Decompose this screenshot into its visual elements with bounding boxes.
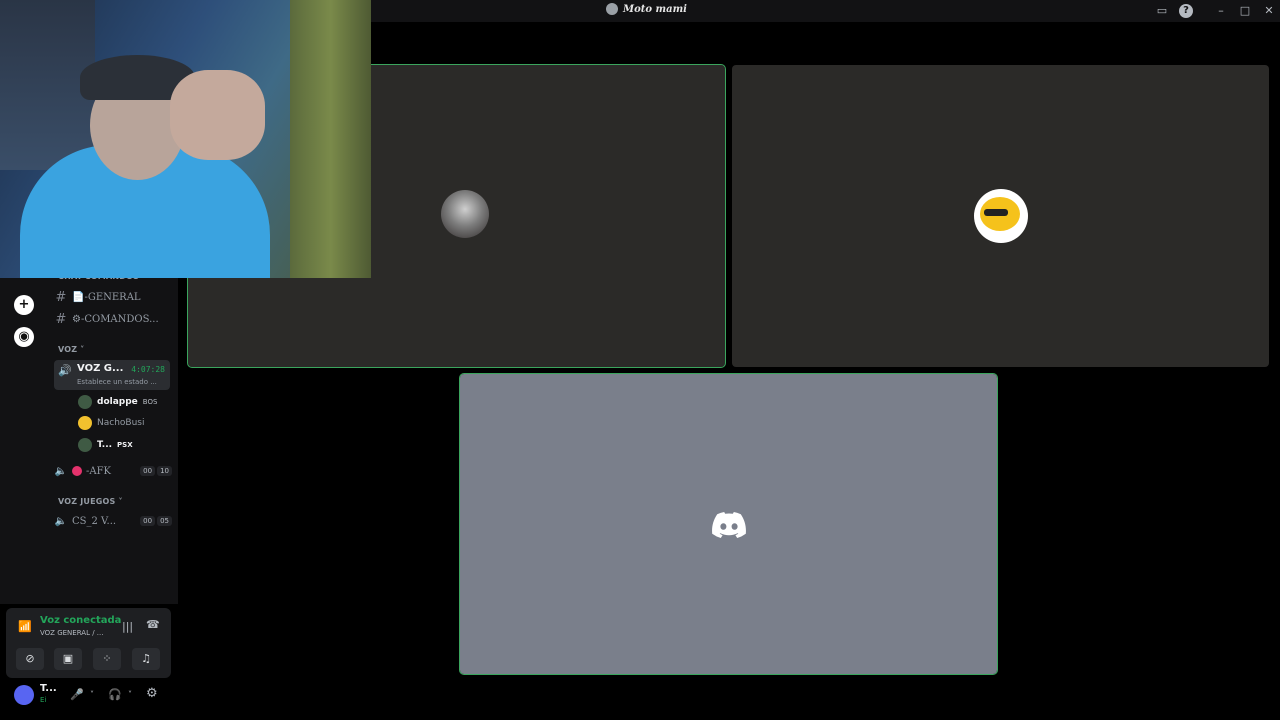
- server-icon: [606, 3, 618, 15]
- avatar: [78, 438, 92, 452]
- member-tag: PSX: [117, 441, 133, 449]
- participant-tile[interactable]: [732, 65, 1269, 367]
- voice-channel-active[interactable]: 🔊 VOZ G... 4:07:28 Establece un estado .…: [54, 360, 170, 390]
- headphones-icon[interactable]: 🎧: [108, 688, 122, 701]
- category-games[interactable]: VOZ JUEGOS ˅: [58, 497, 123, 506]
- user-status: Ei: [40, 696, 47, 704]
- maximize-icon[interactable]: □: [1238, 4, 1252, 18]
- inbox-icon[interactable]: ▭: [1155, 4, 1169, 18]
- person-hand: [170, 70, 265, 160]
- voice-timer: 4:07:28: [131, 365, 165, 374]
- voice-channel-cs2[interactable]: 🔈 CS_2 V... 00 05: [54, 511, 172, 531]
- channel-comandos[interactable]: # ⚙-COMANDOS...: [54, 309, 172, 329]
- afk-icon: [72, 466, 82, 476]
- hash-icon: #: [55, 311, 67, 327]
- chevron-down-icon[interactable]: ˅: [90, 690, 94, 699]
- minimize-icon[interactable]: –: [1214, 4, 1228, 18]
- user-panel: T... Ei 🎤 ˅ 🎧 ˅ ⚙: [6, 680, 171, 716]
- voice-connected-panel: 📶 Voz conectada VOZ GENERAL / ... ||| ☎ …: [6, 608, 171, 678]
- voice-status: Voz conectada: [40, 615, 122, 626]
- member-item[interactable]: T... PSX: [78, 436, 133, 454]
- speaker-icon: 🔊: [58, 364, 72, 377]
- noise-suppression-icon[interactable]: |||: [122, 620, 133, 633]
- avatar: [78, 416, 92, 430]
- window-title-text: Moto mami: [623, 3, 687, 15]
- sunglasses: [984, 209, 1008, 216]
- hash-icon: #: [55, 289, 67, 305]
- member-name: dolappe: [97, 397, 138, 407]
- channel-label: -AFK: [86, 465, 112, 477]
- member-name: NachoBusi: [97, 418, 145, 428]
- microphone-icon[interactable]: 🎤: [70, 688, 84, 701]
- participant-tile[interactable]: [459, 373, 998, 675]
- avatar: [974, 189, 1028, 243]
- soundboard-icon[interactable]: ♫: [132, 648, 160, 670]
- user-count: 00 10: [140, 466, 172, 476]
- wooden-door: [290, 0, 371, 278]
- camera-off-icon[interactable]: ⊘: [16, 648, 44, 670]
- member-item[interactable]: dolappe BOS: [78, 393, 157, 411]
- category-voice[interactable]: VOZ ˅: [58, 345, 84, 354]
- help-icon[interactable]: ?: [1179, 4, 1193, 18]
- voice-channel-afk[interactable]: 🔈 -AFK 00 10: [54, 461, 172, 481]
- channel-general[interactable]: # 📄-GENERAL: [54, 287, 172, 307]
- avatar: [78, 395, 92, 409]
- signal-icon[interactable]: 📶: [18, 620, 32, 633]
- chevron-down-icon[interactable]: ˅: [128, 690, 132, 699]
- user-count: 00 05: [140, 516, 172, 526]
- member-name: T...: [97, 440, 113, 450]
- avatar: [441, 190, 489, 238]
- screen-share-icon[interactable]: ▣: [54, 648, 82, 670]
- member-tag: BOS: [142, 398, 158, 406]
- discord-logo-icon: [712, 512, 746, 538]
- activities-icon[interactable]: ⁘: [93, 648, 121, 670]
- disconnect-icon[interactable]: ☎: [146, 618, 160, 631]
- voice-channel-path[interactable]: VOZ GENERAL / ...: [40, 629, 103, 637]
- discover-icon[interactable]: ◉: [14, 327, 34, 347]
- speaker-icon: 🔈: [54, 515, 68, 527]
- channel-label: 📄-GENERAL: [72, 291, 141, 303]
- webcam-overlay: [0, 0, 371, 278]
- avatar[interactable]: [14, 685, 34, 705]
- settings-gear-icon[interactable]: ⚙: [146, 686, 158, 701]
- set-status-text[interactable]: Establece un estado ...: [77, 378, 157, 386]
- add-server-icon[interactable]: +: [14, 295, 34, 315]
- voice-channel-name: VOZ G...: [77, 363, 124, 374]
- close-icon[interactable]: ✕: [1262, 4, 1276, 18]
- speaker-icon: 🔈: [54, 465, 68, 477]
- member-item[interactable]: NachoBusi: [78, 414, 149, 432]
- channel-label: CS_2 V...: [72, 515, 117, 527]
- username: T...: [40, 683, 57, 694]
- window-title: Moto mami: [606, 3, 687, 15]
- channel-label: ⚙-COMANDOS...: [72, 313, 159, 325]
